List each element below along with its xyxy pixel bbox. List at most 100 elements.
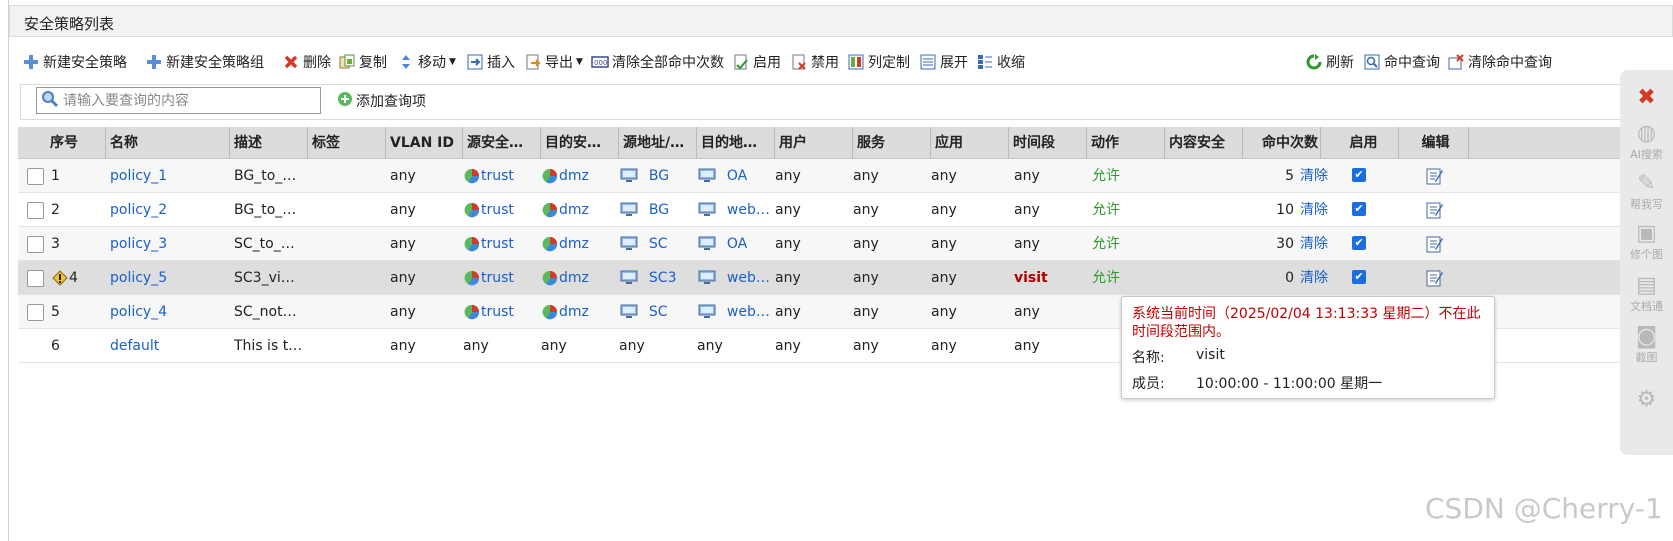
enable-checkbox[interactable]: ✔: [1352, 202, 1366, 216]
dst-addr-cell[interactable]: OA: [698, 227, 776, 261]
src-addr-cell[interactable]: SC: [620, 295, 668, 329]
src-addr-cell[interactable]: BG: [620, 193, 669, 227]
expand-button[interactable]: 展开: [919, 48, 968, 76]
header-col-user[interactable]: 用户: [774, 127, 856, 159]
header-col-desc[interactable]: 描述: [229, 127, 311, 159]
src-zone-cell[interactable]: trust: [464, 261, 514, 295]
header-col-app[interactable]: 应用: [930, 127, 1012, 159]
ai-search-button[interactable]: ◍ AI搜索: [1620, 122, 1673, 162]
policy-name-link[interactable]: default: [110, 329, 159, 363]
dst-addr-cell[interactable]: web…: [698, 261, 776, 295]
clear-hits-link[interactable]: 清除: [1300, 193, 1328, 227]
header-col-seq[interactable]: 序号: [46, 127, 109, 159]
dst-zone-cell[interactable]: dmz: [542, 227, 589, 261]
header-col-src-addr[interactable]: 源地址/…: [618, 127, 700, 159]
delete-button[interactable]: 删除: [282, 48, 331, 76]
clear-all-hits-button[interactable]: 000 清除全部命中次数: [591, 48, 724, 76]
doc-button[interactable]: ▤ 文档通: [1620, 274, 1673, 314]
header-col-enable[interactable]: 启用: [1320, 127, 1402, 159]
policy-name-link[interactable]: policy_1: [110, 159, 167, 193]
enable-checkbox[interactable]: ✔: [1352, 270, 1366, 284]
header-col-tag[interactable]: 标签: [307, 127, 389, 159]
table-row[interactable]: 3 policy_3 SC_to_… any trust dmz SC OA any any a…: [18, 227, 1673, 261]
src-addr-cell[interactable]: SC3: [620, 261, 676, 295]
warning-icon[interactable]: [52, 270, 68, 286]
src-zone-cell[interactable]: trust: [464, 227, 514, 261]
document-icon: ▤: [1636, 273, 1657, 298]
header-col-dst-addr[interactable]: 目的地…: [696, 127, 778, 159]
row-select-checkbox[interactable]: [27, 168, 44, 185]
table-row[interactable]: 2 policy_2 BG_to_… any trust dmz BG web… any an…: [18, 193, 1673, 227]
src-zone-cell[interactable]: trust: [464, 159, 514, 193]
seq-cell: 3: [51, 236, 60, 252]
new-policy-button[interactable]: 新建安全策略: [22, 48, 127, 76]
policy-name-link[interactable]: policy_5: [110, 261, 167, 295]
copy-button[interactable]: 复制: [338, 48, 387, 76]
src-zone-cell[interactable]: trust: [464, 295, 514, 329]
clear-hits-link[interactable]: 清除: [1300, 261, 1328, 295]
search-bar: 添加查询项: [20, 84, 1660, 120]
table-row[interactable]: 1 policy_1 BG_to_… any trust dmz BG OA any any a…: [18, 159, 1673, 193]
move-dropdown[interactable]: 移动 ▼: [397, 48, 456, 76]
enable-checkbox[interactable]: ✔: [1352, 168, 1366, 182]
src-zone-cell[interactable]: trust: [464, 193, 514, 227]
src-addr-cell: any: [619, 338, 645, 354]
row-select-checkbox[interactable]: [27, 202, 44, 219]
settings-button[interactable]: ⚙: [1620, 388, 1673, 412]
src-addr-cell[interactable]: BG: [620, 159, 669, 193]
dst-addr-cell[interactable]: web…: [698, 193, 776, 227]
hit-query-button[interactable]: 命中查询: [1363, 48, 1440, 76]
policy-name-link[interactable]: policy_3: [110, 227, 167, 261]
dst-zone-cell[interactable]: dmz: [542, 159, 589, 193]
header-col-vlan[interactable]: VLAN ID: [385, 127, 466, 159]
add-query-button[interactable]: 添加查询项: [337, 91, 426, 111]
user-cell: any: [775, 236, 801, 252]
header-col-edit[interactable]: 编辑: [1398, 127, 1468, 159]
row-select-checkbox[interactable]: [27, 270, 44, 287]
dst-addr-cell[interactable]: OA: [698, 159, 776, 193]
ai-search-icon: ◍: [1636, 121, 1657, 146]
vlan-cell: any: [390, 304, 416, 320]
header-col-time[interactable]: 时间段: [1008, 127, 1090, 159]
dst-zone-cell[interactable]: dmz: [542, 193, 589, 227]
edit-icon[interactable]: [1426, 201, 1444, 219]
help-write-button[interactable]: ✎ 帮我写: [1620, 172, 1673, 212]
clear-hits-link[interactable]: 清除: [1300, 227, 1328, 261]
policy-name-link[interactable]: policy_4: [110, 295, 167, 329]
dst-zone-cell[interactable]: dmz: [542, 261, 589, 295]
header-col-content-security[interactable]: 内容安全: [1164, 127, 1246, 159]
row-select-checkbox[interactable]: [27, 304, 44, 321]
src-addr-cell[interactable]: SC: [620, 227, 668, 261]
search-input[interactable]: [63, 92, 313, 109]
enable-button[interactable]: 启用: [732, 48, 781, 76]
close-toolbox-button[interactable]: ✖: [1620, 86, 1673, 110]
screenshot-button[interactable]: ◙ 截图: [1620, 325, 1673, 365]
dst-addr-cell[interactable]: web…: [698, 295, 776, 329]
time-range-cell[interactable]: visit: [1014, 261, 1048, 295]
edit-image-button[interactable]: ▣ 修个图: [1620, 222, 1673, 262]
dst-zone-cell[interactable]: dmz: [542, 295, 589, 329]
edit-icon[interactable]: [1426, 235, 1444, 253]
clear-hit-query-button[interactable]: 清除命中查询: [1447, 48, 1552, 76]
edit-icon[interactable]: [1426, 269, 1444, 287]
seq-cell: 1: [51, 168, 60, 184]
header-col-action[interactable]: 动作: [1086, 127, 1168, 159]
clear-hits-link[interactable]: 清除: [1300, 159, 1328, 193]
header-col-service[interactable]: 服务: [852, 127, 934, 159]
column-customize-button[interactable]: 列定制: [847, 48, 910, 76]
insert-button[interactable]: 插入: [466, 48, 515, 76]
row-select-checkbox[interactable]: [27, 236, 44, 253]
header-col-name[interactable]: 名称: [105, 127, 233, 159]
header-col-hits[interactable]: 命中次数: [1242, 127, 1324, 159]
table-row[interactable]: 4 policy_5 SC3_vi… any trust dmz SC3 web… any a…: [18, 261, 1673, 295]
policy-name-link[interactable]: policy_2: [110, 193, 167, 227]
new-policy-group-button[interactable]: 新建安全策略组: [145, 48, 264, 76]
refresh-button[interactable]: 刷新: [1305, 48, 1354, 76]
enable-checkbox[interactable]: ✔: [1352, 236, 1366, 250]
disable-button[interactable]: 禁用: [790, 48, 839, 76]
collapse-button[interactable]: 收缩: [976, 48, 1025, 76]
edit-icon[interactable]: [1426, 167, 1444, 185]
header-col-src-zone[interactable]: 源安全…: [462, 127, 544, 159]
header-col-dst-zone[interactable]: 目的安…: [540, 127, 622, 159]
export-dropdown[interactable]: 导出 ▼: [524, 48, 583, 76]
